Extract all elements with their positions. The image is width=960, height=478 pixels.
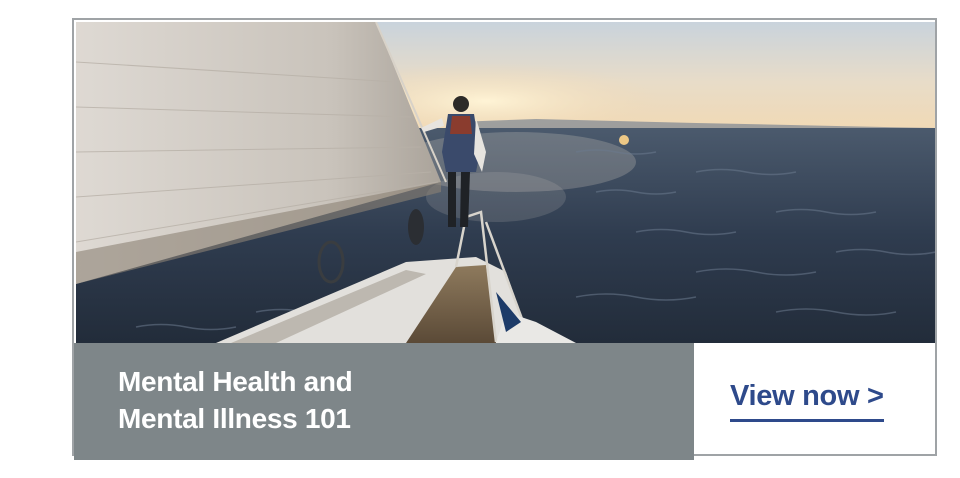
promo-card: Mental Health and Mental Illness 101 Vie… (72, 18, 937, 460)
title-panel: Mental Health and Mental Illness 101 (74, 343, 694, 460)
course-title-line-1: Mental Health and (118, 366, 353, 397)
course-title: Mental Health and Mental Illness 101 (118, 363, 678, 437)
view-now-link[interactable]: View now > (730, 380, 884, 422)
cta-panel: View now > (694, 343, 935, 454)
hero-image (76, 22, 935, 343)
course-title-line-2: Mental Illness 101 (118, 403, 351, 434)
